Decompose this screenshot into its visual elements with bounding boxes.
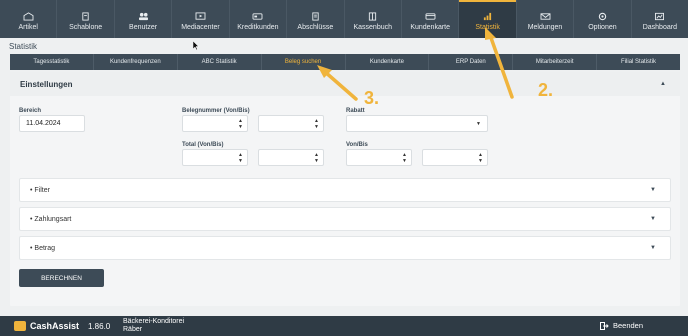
annotation-step-2: 2.	[538, 80, 554, 100]
logout-icon	[600, 321, 609, 330]
arrow-step-3-icon	[317, 65, 358, 101]
company-name: Bäckerei-Konditorei Räber	[123, 318, 185, 333]
annotation-step-3: 3.	[364, 88, 380, 108]
arrow-step-2-icon	[485, 27, 514, 99]
beenden-button[interactable]: Beenden	[600, 321, 643, 330]
annotation-arrows	[317, 27, 514, 101]
version-label: 1.86.0	[88, 322, 111, 331]
beenden-label: Beenden	[613, 321, 644, 330]
bottom-bar: CashAssist 1.86.0 Bäckerei-Konditorei Rä…	[0, 316, 688, 336]
brand-name: CashAssist	[30, 321, 80, 331]
cashassist-logo-icon	[14, 321, 26, 331]
